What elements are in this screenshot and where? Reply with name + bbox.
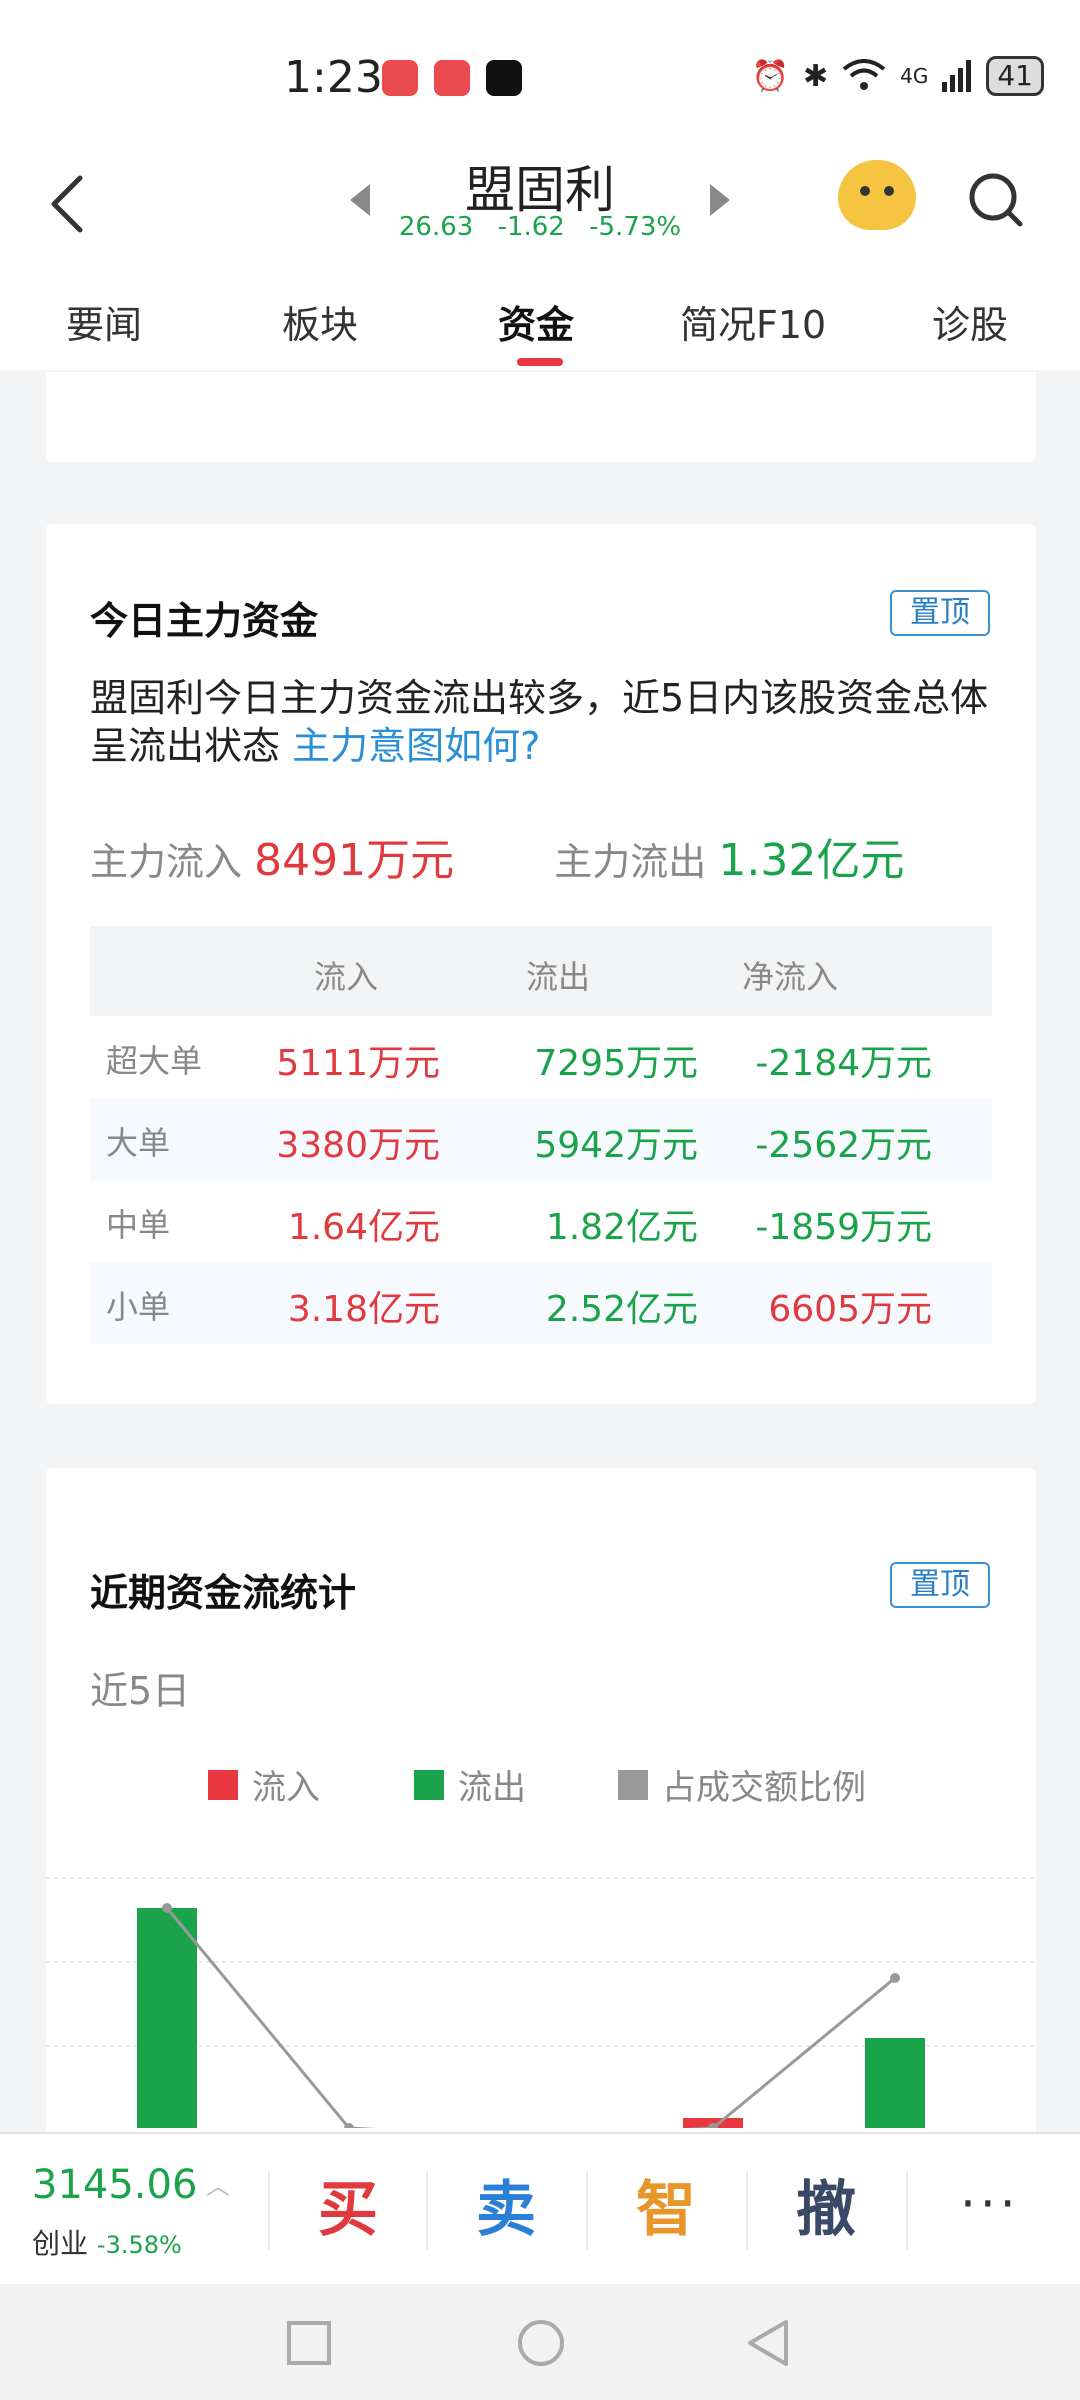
- index-change: -3.58%: [96, 2231, 182, 2259]
- wifi-icon: [842, 59, 886, 90]
- pin-button[interactable]: 置顶: [890, 1562, 990, 1608]
- col-net: 净流入: [742, 958, 839, 996]
- row-label: 中单: [106, 1206, 171, 1244]
- cancel-order-button[interactable]: 撤: [746, 2134, 906, 2286]
- tab-profile-f10[interactable]: 简况F10: [680, 294, 826, 349]
- outflow-bar: [865, 2038, 925, 2128]
- stock-quote: 26.63 -1.62 -5.73%: [0, 212, 1080, 242]
- more-button[interactable]: ···: [960, 2134, 1020, 2274]
- row-net: -2184万元: [755, 1043, 932, 1084]
- signal-icon: [942, 60, 972, 92]
- main-intent-link[interactable]: 主力意图如何?: [292, 724, 540, 768]
- pin-button[interactable]: 置顶: [890, 590, 990, 636]
- outflow-label: 主力流出: [554, 840, 707, 884]
- row-inflow: 3380万元: [276, 1125, 440, 1166]
- legend-label: 流入: [252, 1768, 320, 1808]
- bluetooth-icon: ✱: [802, 58, 829, 94]
- tab-sector[interactable]: 板块: [282, 294, 358, 349]
- bottom-trade-bar: 3145.06 ︿ 创业 -3.58% 买 卖 智 撤 ···: [0, 2132, 1080, 2284]
- buy-button[interactable]: 买: [268, 2134, 428, 2286]
- inflow-label: 主力流入: [90, 840, 243, 884]
- row-net: -2562万元: [755, 1125, 932, 1166]
- stock-header: 盟固利 26.63 -1.62 -5.73%: [0, 150, 1080, 260]
- battery-indicator: 41: [986, 56, 1044, 96]
- network-label: 4G: [900, 64, 929, 88]
- chevron-up-icon[interactable]: ︿: [206, 2166, 230, 2201]
- sell-button[interactable]: 卖: [426, 2134, 586, 2286]
- outflow-value: 1.32亿元: [718, 835, 905, 886]
- previous-card: [46, 372, 1036, 462]
- recent-flow-card: 近期资金流统计 置顶 近5日 流入 流出 占成交额比例: [46, 1468, 1036, 2168]
- ratio-point: [162, 1903, 172, 1913]
- status-icons: ⏰ ✱ 4G 41: [752, 56, 1044, 96]
- recent-flow-title: 近期资金流统计: [90, 1571, 357, 1615]
- tab-bar: 要闻 板块 资金 简况F10 诊股: [0, 260, 1080, 370]
- tab-diagnosis[interactable]: 诊股: [932, 294, 1008, 349]
- legend-label: 流出: [458, 1768, 526, 1808]
- period-label: 近5日: [90, 1669, 191, 1713]
- smart-button[interactable]: 智: [586, 2134, 746, 2286]
- row-outflow: 2.52亿元: [545, 1289, 698, 1330]
- row-inflow: 3.18亿元: [287, 1289, 440, 1330]
- home-icon[interactable]: [516, 2318, 566, 2368]
- status-time: 1:23: [284, 52, 383, 103]
- back-nav-icon[interactable]: [744, 2318, 790, 2368]
- fund-summary: 盟固利今日主力资金流出较多，近5日内该股资金总体呈流出状态 主力意图如何?: [90, 674, 1010, 770]
- tab-funds[interactable]: 资金: [498, 294, 574, 349]
- table-row: 小单 3.18亿元 2.52亿元 6605万元: [90, 1262, 992, 1344]
- system-nav-bar: [0, 2284, 1080, 2400]
- row-outflow: 5942万元: [534, 1125, 698, 1166]
- status-bar: 1:23 ⏰ ✱ 4G 41: [0, 0, 1080, 150]
- index-info: 创业 -3.58%: [32, 2222, 182, 2262]
- ratio-point: [890, 1973, 900, 1983]
- alarm-icon: ⏰: [751, 58, 789, 94]
- row-net: -1859万元: [755, 1207, 932, 1248]
- row-inflow: 1.64亿元: [287, 1207, 440, 1248]
- row-label: 超大单: [106, 1042, 203, 1080]
- search-icon[interactable]: [966, 170, 1026, 230]
- main-flow-summary: 主力流入 8491万元 主力流出 1.32亿元: [90, 824, 904, 888]
- index-value[interactable]: 3145.06: [32, 2162, 197, 2208]
- flow-chart: [46, 1877, 1036, 2128]
- main-fund-card: 今日主力资金 置顶 盟固利今日主力资金流出较多，近5日内该股资金总体呈流出状态 …: [46, 524, 1036, 1404]
- stock-change: -1.62: [497, 212, 565, 242]
- legend-item-ratio[interactable]: 占成交额比例: [618, 1760, 866, 1809]
- fund-table: 流入 流出 净流入 超大单 5111万元 7295万元 -2184万元 大单 3…: [90, 926, 992, 1344]
- inflow-value: 8491万元: [254, 835, 455, 886]
- tab-news[interactable]: 要闻: [66, 294, 142, 349]
- legend-swatch: [208, 1769, 238, 1800]
- row-label: 小单: [106, 1288, 171, 1326]
- divider: [906, 2170, 908, 2250]
- stock-change-pct: -5.73%: [589, 212, 682, 242]
- app-notification-icon: [382, 60, 418, 96]
- tiktok-icon: [486, 60, 522, 96]
- legend-item-inflow[interactable]: 流入: [208, 1760, 320, 1809]
- row-outflow: 7295万元: [534, 1043, 698, 1084]
- legend-swatch: [618, 1769, 648, 1800]
- row-net: 6605万元: [768, 1289, 932, 1330]
- recent-apps-icon[interactable]: [286, 2320, 332, 2366]
- mascot-icon[interactable]: [838, 160, 916, 230]
- table-row: 大单 3380万元 5942万元 -2562万元: [90, 1098, 992, 1180]
- row-outflow: 1.82亿元: [545, 1207, 698, 1248]
- legend-label: 占成交额比例: [662, 1768, 866, 1808]
- legend-swatch: [414, 1769, 444, 1800]
- table-row: 超大单 5111万元 7295万元 -2184万元: [90, 1016, 992, 1098]
- legend-item-outflow[interactable]: 流出: [414, 1760, 526, 1809]
- active-tab-indicator: [517, 358, 563, 366]
- col-outflow: 流出: [526, 958, 591, 996]
- index-name: 创业: [32, 2227, 89, 2260]
- col-inflow: 流入: [314, 958, 379, 996]
- app-notification-icon: [434, 60, 470, 96]
- ratio-line: [165, 1907, 896, 2128]
- outflow-bar: [137, 1908, 197, 2128]
- next-stock-arrow-icon[interactable]: [710, 184, 730, 216]
- stock-price: 26.63: [398, 212, 474, 242]
- main-fund-title: 今日主力资金: [90, 599, 319, 643]
- table-row: 中单 1.64亿元 1.82亿元 -1859万元: [90, 1180, 992, 1262]
- row-inflow: 5111万元: [276, 1043, 440, 1084]
- table-header: 流入 流出 净流入: [90, 926, 992, 1016]
- row-label: 大单: [106, 1124, 171, 1162]
